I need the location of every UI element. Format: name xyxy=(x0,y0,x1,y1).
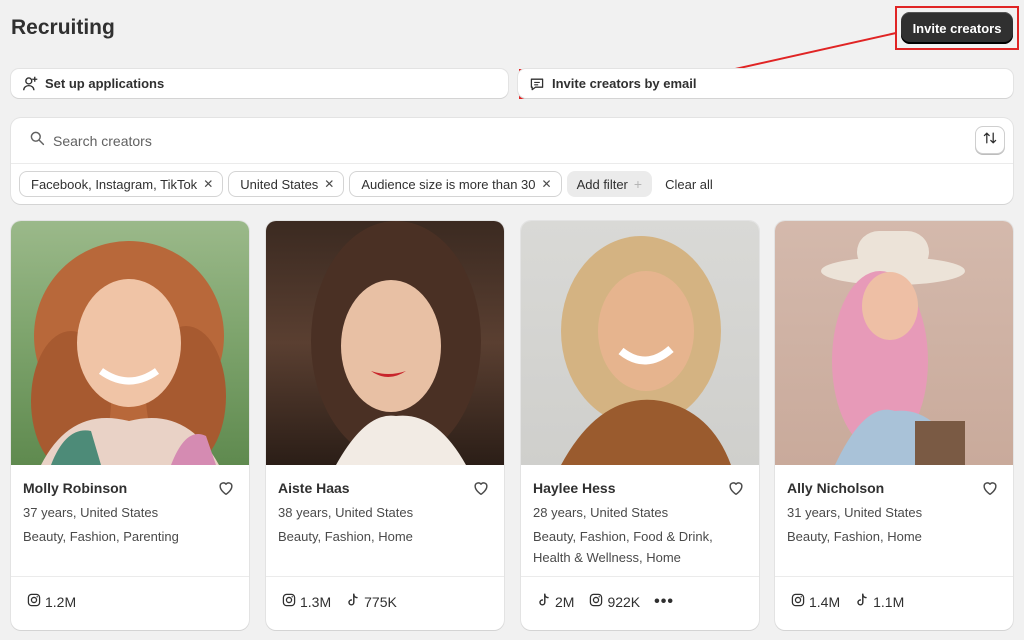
filter-chip-label: Audience size is more than 30 xyxy=(361,176,536,192)
add-filter-button[interactable]: Add filter + xyxy=(566,171,653,197)
creator-name: Ally Nicholson xyxy=(787,480,885,496)
heart-icon[interactable] xyxy=(217,479,235,497)
filter-chip-label: Facebook, Instagram, TikTok xyxy=(31,176,198,192)
creator-stats: 1.4M 1.1M xyxy=(790,592,904,611)
card-divider xyxy=(266,576,504,577)
instagram-icon xyxy=(588,592,604,611)
creator-photo xyxy=(11,221,249,465)
stat-tiktok: 1.1M xyxy=(854,592,904,611)
instagram-icon xyxy=(26,592,42,611)
filter-chip-location[interactable]: United States ✕ xyxy=(228,171,345,197)
add-filter-label: Add filter xyxy=(576,176,628,192)
filter-chip-label: United States xyxy=(240,176,319,192)
card-divider xyxy=(521,576,759,577)
heart-icon[interactable] xyxy=(472,479,490,497)
heart-icon[interactable] xyxy=(981,479,999,497)
filter-row: Facebook, Instagram, TikTok ✕ United Sta… xyxy=(11,164,1013,204)
creator-age-location: 38 years, United States xyxy=(278,505,414,520)
creator-stats: 1.2M xyxy=(26,592,76,611)
creator-photo xyxy=(521,221,759,465)
creator-card[interactable]: Haylee Hess 28 years, United States Beau… xyxy=(521,221,759,630)
clear-all-button[interactable]: Clear all xyxy=(665,177,713,192)
stat-value: 1.2M xyxy=(45,593,77,610)
sort-button[interactable] xyxy=(975,126,1005,154)
card-divider xyxy=(11,576,249,577)
creator-name: Molly Robinson xyxy=(23,480,128,496)
creator-categories: Beauty, Fashion, Parenting xyxy=(23,529,179,544)
plus-icon: + xyxy=(633,176,643,192)
instagram-icon xyxy=(281,592,297,611)
invite-by-email-label: Invite creators by email xyxy=(552,76,697,91)
creator-categories: Beauty, Fashion, Food & Drink, Health & … xyxy=(533,529,713,565)
chat-bubble-icon xyxy=(528,75,546,93)
sort-icon xyxy=(982,130,998,151)
search-panel: Facebook, Instagram, TikTok ✕ United Sta… xyxy=(11,118,1013,204)
creator-stats: 2M 922K ••• xyxy=(536,592,674,611)
creator-info: Ally Nicholson 31 years, United States B… xyxy=(775,465,1013,577)
stat-instagram: 1.3M xyxy=(281,592,331,611)
stat-value: 922K xyxy=(607,593,641,610)
setup-applications-label: Set up applications xyxy=(45,76,165,91)
creator-photo xyxy=(775,221,1013,465)
stat-instagram: 922K xyxy=(588,592,640,611)
tiktok-icon xyxy=(345,592,361,611)
more-icon[interactable]: ••• xyxy=(654,593,674,611)
invite-by-email-button[interactable]: Invite creators by email xyxy=(518,69,1013,98)
stat-instagram: 1.2M xyxy=(26,592,76,611)
close-icon[interactable]: ✕ xyxy=(542,177,552,191)
stat-value: 775K xyxy=(364,593,397,610)
creator-name: Aiste Haas xyxy=(278,480,350,496)
close-icon[interactable]: ✕ xyxy=(324,177,334,191)
creator-age-location: 37 years, United States xyxy=(23,505,159,520)
creator-stats: 1.3M 775K xyxy=(281,592,397,611)
stat-tiktok: 775K xyxy=(345,592,397,611)
search-row xyxy=(11,118,1013,164)
creator-photo xyxy=(266,221,504,465)
heart-icon[interactable] xyxy=(727,479,745,497)
search-input[interactable] xyxy=(53,132,853,149)
page-title: Recruiting xyxy=(11,16,115,39)
creator-name: Haylee Hess xyxy=(533,480,616,496)
stat-value: 1.1M xyxy=(873,593,905,610)
creator-age-location: 28 years, United States xyxy=(533,505,669,520)
tiktok-icon xyxy=(536,592,552,611)
creator-info: Molly Robinson 37 years, United States B… xyxy=(11,465,249,577)
instagram-icon xyxy=(790,592,806,611)
card-divider xyxy=(775,576,1013,577)
creator-age-location: 31 years, United States xyxy=(787,505,923,520)
creator-categories: Beauty, Fashion, Home xyxy=(787,529,922,544)
tiktok-icon xyxy=(854,592,870,611)
creator-categories: Beauty, Fashion, Home xyxy=(278,529,413,544)
filter-chip-audience[interactable]: Audience size is more than 30 ✕ xyxy=(349,171,562,197)
stat-value: 1.3M xyxy=(300,593,332,610)
close-icon[interactable]: ✕ xyxy=(203,177,213,191)
stat-value: 1.4M xyxy=(809,593,841,610)
filter-chip-platforms[interactable]: Facebook, Instagram, TikTok ✕ xyxy=(19,171,224,197)
creator-card[interactable]: Molly Robinson 37 years, United States B… xyxy=(11,221,249,630)
user-add-icon xyxy=(21,75,39,93)
creator-info: Haylee Hess 28 years, United States Beau… xyxy=(521,465,759,577)
invite-creators-button[interactable]: Invite creators xyxy=(901,12,1013,44)
creator-card[interactable]: Ally Nicholson 31 years, United States B… xyxy=(775,221,1013,630)
stat-instagram: 1.4M xyxy=(790,592,840,611)
search-icon xyxy=(29,130,45,151)
creator-info: Aiste Haas 38 years, United States Beaut… xyxy=(266,465,504,577)
setup-applications-button[interactable]: Set up applications xyxy=(11,69,508,98)
stat-tiktok: 2M xyxy=(536,592,574,611)
creator-card[interactable]: Aiste Haas 38 years, United States Beaut… xyxy=(266,221,504,630)
stat-value: 2M xyxy=(555,593,575,610)
